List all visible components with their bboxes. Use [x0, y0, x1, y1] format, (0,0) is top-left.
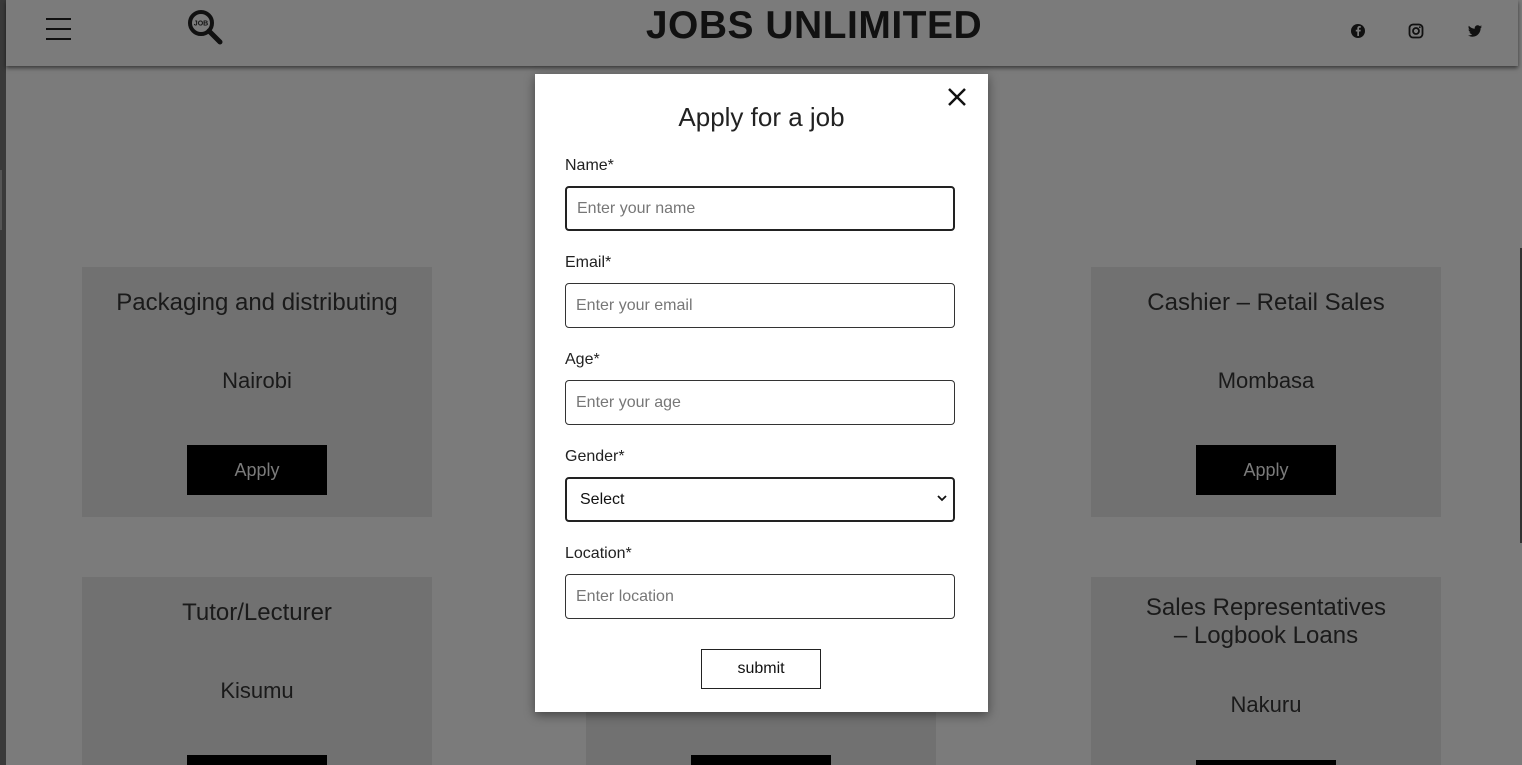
location-label: Location*	[565, 545, 632, 562]
modal-title: Apply for a job	[678, 102, 845, 132]
apply-button[interactable]	[187, 755, 327, 765]
apply-button[interactable]: Apply	[1196, 445, 1336, 495]
name-input[interactable]	[565, 186, 955, 231]
job-card: Sales Representatives – Logbook Loans Na…	[1091, 577, 1441, 765]
gender-select[interactable]: Select	[565, 477, 955, 522]
job-location: Kisumu	[220, 678, 294, 703]
email-input[interactable]	[565, 283, 955, 328]
job-card: Packaging and distributing Nairobi Apply	[82, 267, 432, 517]
chevron-down-icon	[937, 495, 947, 502]
gender-label: Gender*	[565, 448, 625, 465]
job-card: Tutor/Lecturer Kisumu	[82, 577, 432, 765]
apply-modal: Apply for a job Name* Email* Age* Gender…	[535, 74, 988, 712]
job-location: Mombasa	[1217, 368, 1315, 393]
apply-button[interactable]: Apply	[187, 445, 327, 495]
job-title: Packaging and distributing	[116, 289, 398, 316]
name-label: Name*	[565, 157, 614, 174]
site-header: JOB JOBS UNLIMITED	[6, 0, 1518, 66]
page-left-border	[0, 0, 6, 765]
age-label: Age*	[565, 351, 600, 368]
site-brand: JOBS UNLIMITED	[645, 4, 983, 47]
page-left-marker	[0, 170, 2, 230]
apply-button[interactable]	[1196, 760, 1336, 765]
apply-button[interactable]	[691, 755, 831, 765]
job-location: Nakuru	[1230, 692, 1302, 717]
email-label: Email*	[565, 254, 612, 271]
gender-selected-value: Select	[580, 491, 625, 508]
job-title-line-1: Sales Representatives	[1145, 594, 1387, 621]
location-input[interactable]	[565, 574, 955, 619]
instagram-icon[interactable]	[1408, 23, 1424, 39]
facebook-icon[interactable]	[1350, 23, 1366, 39]
job-card: Cashier – Retail Sales Mombasa Apply	[1091, 267, 1441, 517]
job-title: Tutor/Lecturer	[182, 599, 332, 626]
job-location: Nairobi	[222, 368, 292, 393]
job-title-line-2: – Logbook Loans	[1173, 622, 1359, 649]
twitter-icon[interactable]	[1467, 23, 1483, 39]
age-input[interactable]	[565, 380, 955, 425]
submit-button[interactable]: submit	[701, 649, 821, 689]
job-title: Cashier – Retail Sales	[1147, 289, 1385, 316]
